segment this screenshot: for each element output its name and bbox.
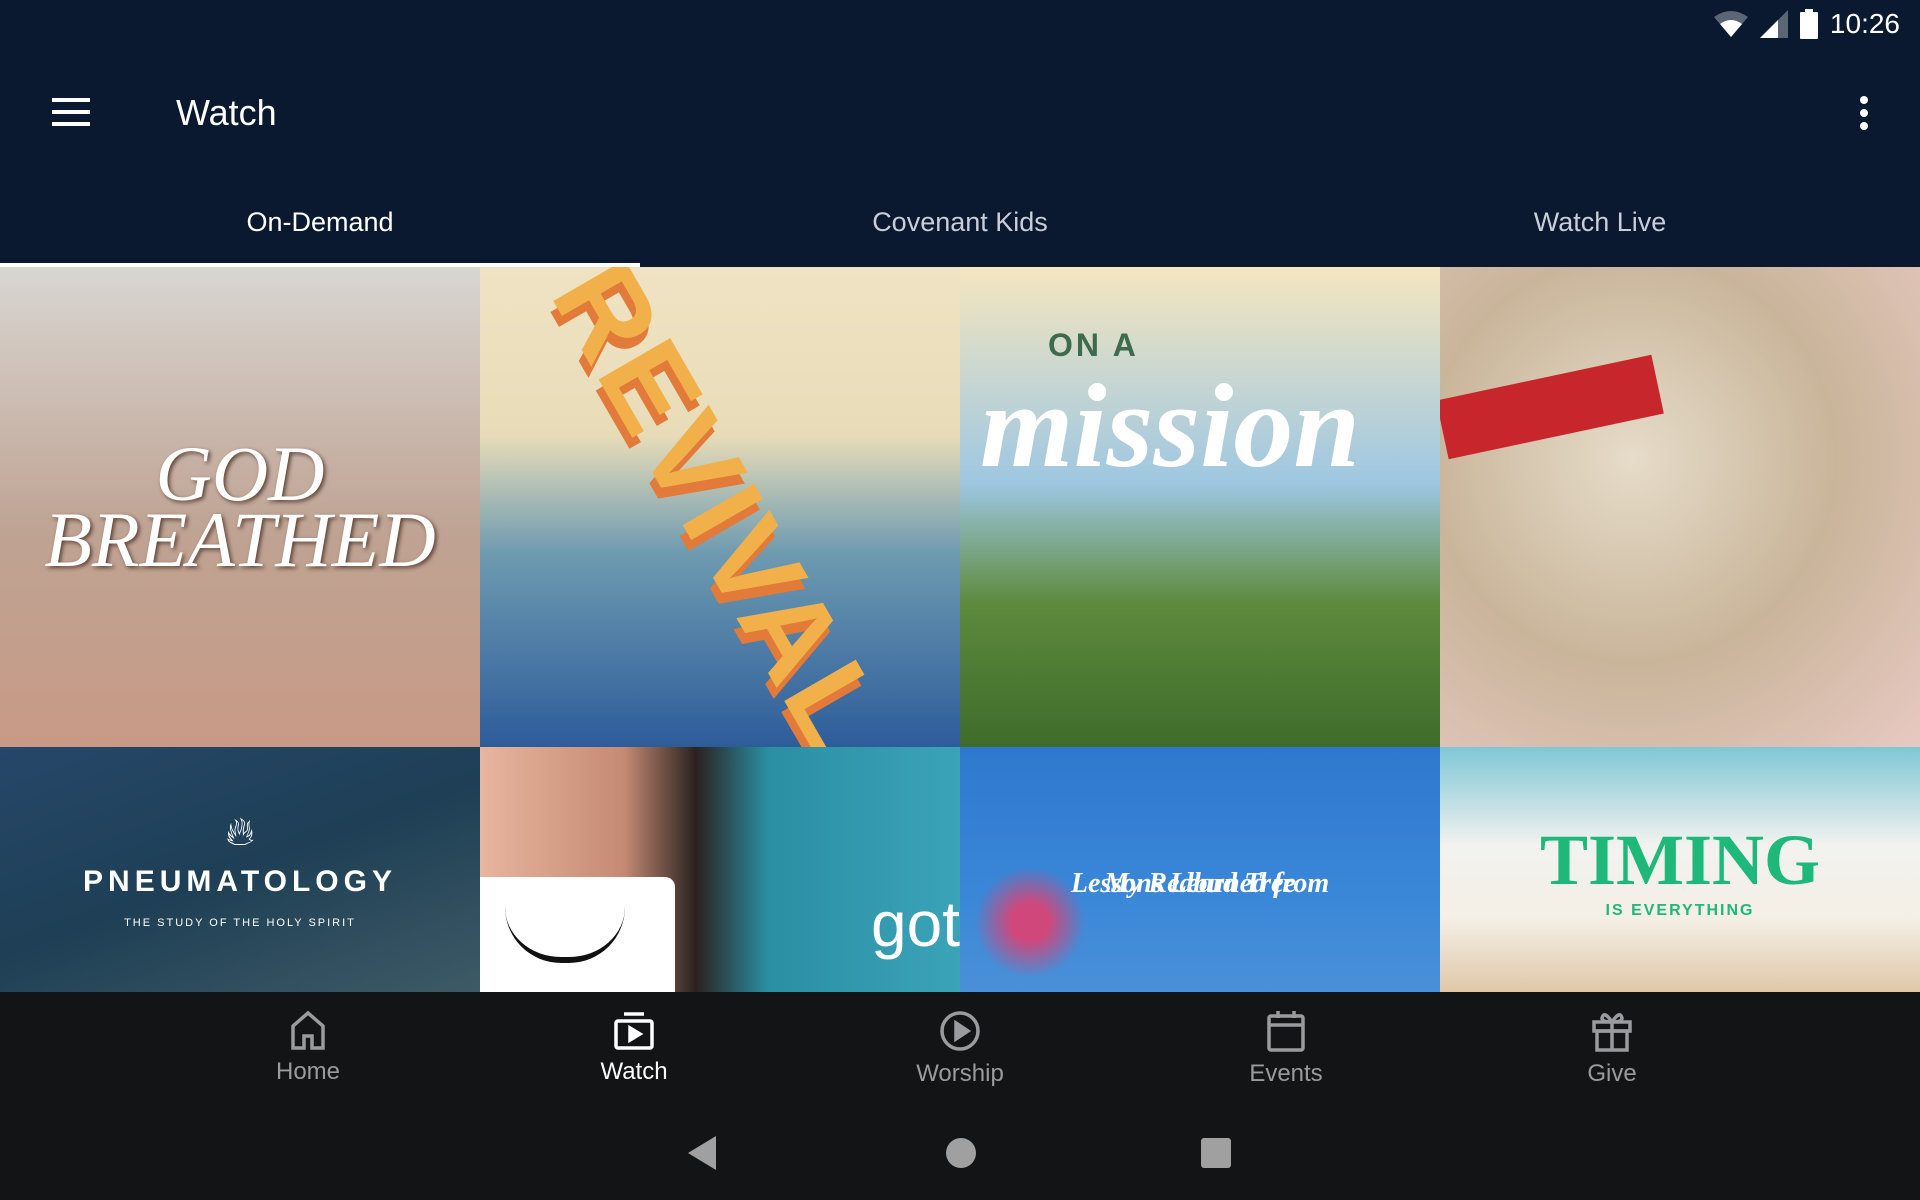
signal-icon <box>1759 10 1788 38</box>
series-tile-got-joy[interactable]: got <box>480 747 960 992</box>
nav-label: Home <box>275 1058 341 1085</box>
series-tile-on-a-mission[interactable]: ON Amission <box>960 267 1440 747</box>
header: 10:26 Watch On-Demand Covenant Kids Watc… <box>0 0 1920 267</box>
video-grid: GOD BREATHED REVIVAL ON Amission 🔥︎ PNEUMA… <box>0 267 1920 992</box>
recents-button[interactable] <box>1201 1138 1231 1168</box>
series-tile-god-breathed[interactable]: GOD BREATHED <box>0 267 480 747</box>
tile-line: got <box>871 888 960 960</box>
status-bar: 10:26 <box>1713 8 1900 40</box>
wifi-icon <box>1713 11 1748 37</box>
clock: 10:26 <box>1829 8 1900 39</box>
calendar-icon <box>1267 1011 1305 1052</box>
gift-icon <box>1592 1013 1632 1052</box>
series-tile-revival[interactable]: REVIVAL <box>480 267 960 747</box>
series-tile-timing[interactable]: TIMING IS EVERYTHING <box>1440 747 1920 992</box>
tile-line: THE STUDY OF THE HOLY SPIRIT <box>124 917 356 929</box>
nav-label: Give <box>1587 1060 1637 1087</box>
smile-card <box>480 877 675 992</box>
tab-on-demand[interactable]: On-Demand <box>0 190 640 267</box>
series-tile-redbud-tree[interactable]: Lessons Learned from My Redbud Tree <box>960 747 1440 992</box>
tile-line: My Redbud Tree <box>1104 868 1296 899</box>
battery-icon <box>1799 9 1818 39</box>
tab-bar: On-Demand Covenant Kids Watch Live <box>0 190 1920 267</box>
tile-art-text: GOD BREATHED <box>44 434 435 578</box>
more-vert-icon[interactable] <box>1858 96 1870 130</box>
hamburger-icon[interactable] <box>52 98 90 126</box>
back-button[interactable] <box>688 1136 718 1175</box>
series-tile-label-maker[interactable] <box>1440 267 1920 747</box>
flame-icon: 🔥︎ <box>225 810 255 854</box>
tile-art-text: Lessons Learned from My Redbud Tree <box>960 807 1440 899</box>
nav-watch[interactable]: Watch <box>471 992 797 1112</box>
system-nav-bar <box>0 1126 1920 1176</box>
nav-label: Worship <box>916 1060 1004 1087</box>
tile-line: TIMING <box>1539 820 1821 900</box>
tile-line: mission <box>980 359 1361 492</box>
tile-line: BREATHED <box>44 496 436 583</box>
tile-line: IS EVERYTHING <box>1605 902 1755 919</box>
play-circle-icon <box>940 1011 980 1051</box>
nav-events[interactable]: Events <box>1123 992 1449 1112</box>
page-title: Watch <box>176 92 277 133</box>
home-system-button[interactable] <box>946 1138 976 1168</box>
home-icon <box>291 1010 325 1050</box>
tile-line: PNEUMATOLOGY <box>83 865 397 898</box>
tab-covenant-kids[interactable]: Covenant Kids <box>640 190 1280 267</box>
tile-art-text: REVIVAL <box>527 267 913 747</box>
nav-give[interactable]: Give <box>1449 992 1775 1112</box>
watch-icon <box>614 1012 654 1050</box>
bottom-nav: Home Watch Worship Events Give <box>0 992 1920 1112</box>
series-tile-pneumatology[interactable]: 🔥︎ PNEUMATOLOGY THE STUDY OF THE HOLY SPIR… <box>0 747 480 992</box>
nav-home[interactable]: Home <box>145 992 471 1112</box>
nav-label: Watch <box>600 1058 668 1085</box>
tab-watch-live[interactable]: Watch Live <box>1280 190 1920 267</box>
nav-worship[interactable]: Worship <box>797 992 1123 1112</box>
nav-label: Events <box>1249 1060 1323 1087</box>
back-icon <box>688 1136 716 1170</box>
